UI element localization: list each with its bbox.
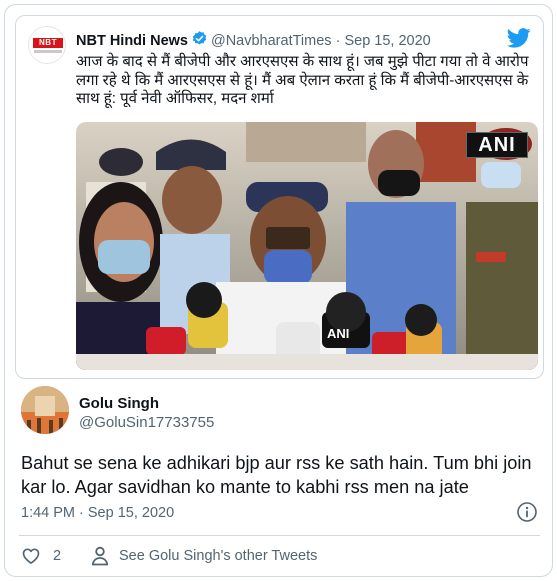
divider [19,535,540,536]
quoted-tweet-text: आज के बाद से मैं बीजेपी और आरएसएस के साथ… [76,53,529,107]
separator-dot: · [335,33,341,49]
quoted-tweet-date[interactable]: Sep 15, 2020 [344,33,430,49]
quoted-tweet[interactable]: NBT NBT Hindi News @NavbharatTimes · Sep … [15,15,544,379]
quoted-author-handle[interactable]: @NavbharatTimes [211,33,332,49]
quoted-tweet-header: NBT Hindi News @NavbharatTimes · Sep 15, … [76,30,431,51]
ani-watermark: ANI [466,132,528,158]
author-avatar[interactable] [21,386,69,434]
see-other-tweets-label: See Golu Singh's other Tweets [119,548,318,564]
author-name[interactable]: Golu Singh [79,395,159,412]
info-icon[interactable] [516,501,538,528]
tweet-text: Bahut se sena ke adhikari bjp aur rss ke… [21,453,532,497]
person-icon [91,546,109,566]
tweet-timestamp[interactable]: 1:44 PM · Sep 15, 2020 [21,505,174,521]
avatar-image [21,386,69,434]
author-handle[interactable]: @GoluSin17733755 [79,414,214,431]
press-conference-photo[interactable]: ANI ANI [76,122,538,370]
twitter-bird-icon[interactable] [506,28,531,53]
nbt-logo: NBT [33,38,63,48]
tweet-embed-card: NBT NBT Hindi News @NavbharatTimes · Sep … [4,4,553,577]
see-other-tweets-link[interactable]: See Golu Singh's other Tweets [91,544,317,568]
mic-label-ani: ANI [327,326,349,341]
quoted-author-name[interactable]: NBT Hindi News [76,33,188,49]
photo-illustration: ANI [76,122,538,370]
like-count: 2 [53,548,62,564]
like-button[interactable]: 2 [21,544,61,568]
nbt-logo-subtext [34,50,62,53]
verified-badge-icon [191,30,208,51]
quoted-author-avatar[interactable]: NBT [28,26,66,64]
heart-icon [22,548,40,564]
